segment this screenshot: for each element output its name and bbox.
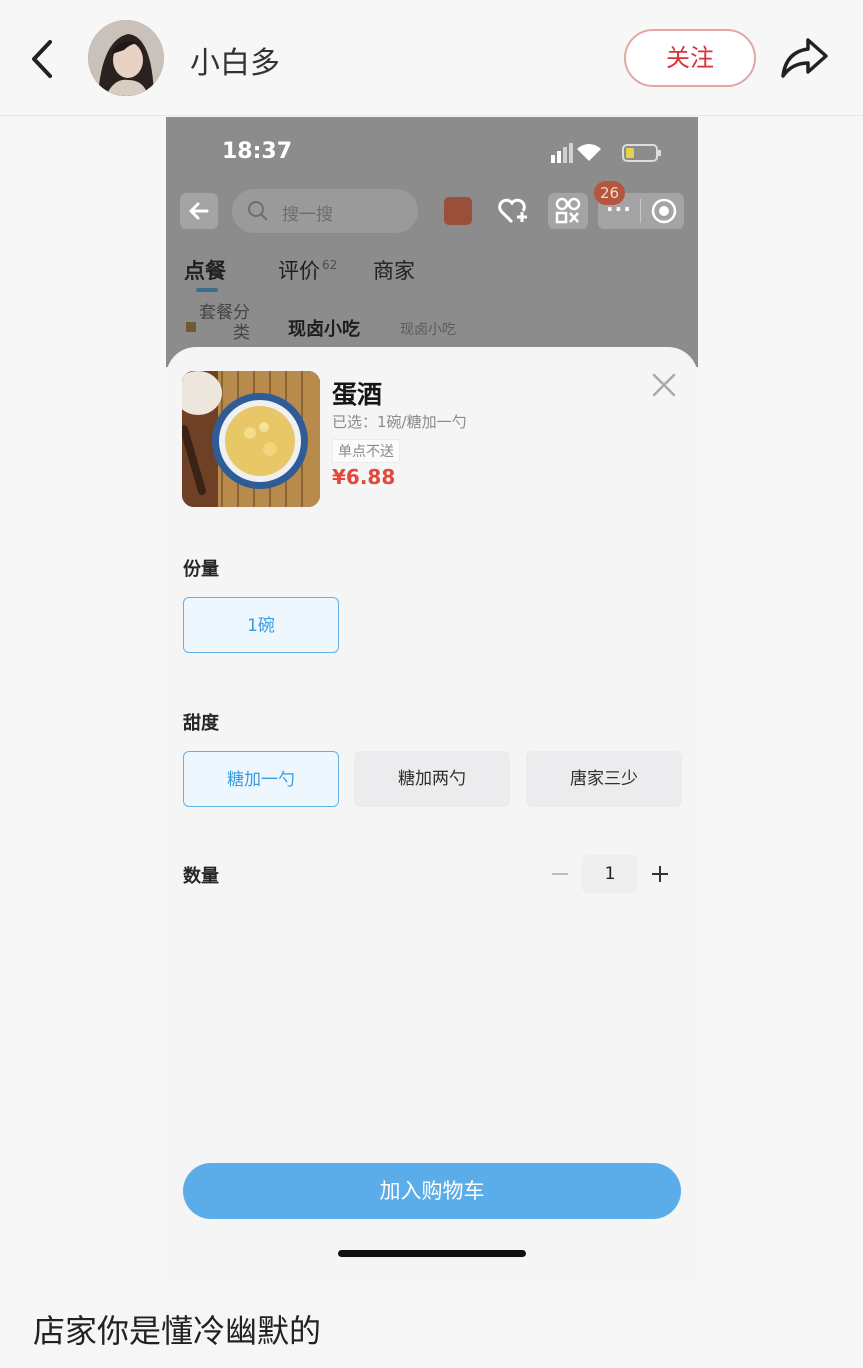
chevron-left-icon [32,40,52,78]
portion-option-1[interactable]: 1碗 [183,597,339,653]
back-arrow-icon [189,202,209,220]
dish-image [182,371,320,507]
sweetness-option-2[interactable]: 糖加两勺 [354,751,510,807]
dimmed-page-overlay: 18:37 搜一搜 ··· 26 点餐 评价 62 商家 套餐分类 现卤小吃 现… [166,117,698,367]
share-arrow-icon [781,38,828,78]
search-input[interactable]: 搜一搜 [232,189,418,233]
avatar[interactable] [88,20,164,96]
search-placeholder: 搜一搜 [282,205,333,225]
portion-label: 份量 [183,559,219,580]
dish-name: 蛋酒 [332,380,383,409]
active-tab-underline [196,288,218,292]
post-caption: 店家你是懂冷幽默的 [33,1312,322,1350]
close-icon[interactable] [650,371,678,399]
quantity-label: 数量 [183,866,219,887]
notification-badge: 26 [594,181,626,205]
delivery-tag: 单点不送 [332,439,400,463]
quantity-stepper: 1 [546,855,676,893]
sidebar-item-set-category[interactable]: 套餐分类 [184,303,250,343]
review-count: 62 [322,258,338,272]
category-subtitle: 现卤小吃 [400,322,456,338]
nav-back-button[interactable] [180,193,218,229]
embedded-screenshot: 18:37 搜一搜 ··· 26 点餐 评价 62 商家 套餐分类 现卤小吃 现… [166,117,698,1279]
add-to-cart-button[interactable]: 加入购物车 [183,1163,681,1219]
target-icon[interactable] [650,197,678,225]
follow-button[interactable]: 关注 [624,29,756,87]
status-time: 18:37 [222,139,293,164]
plus-icon[interactable] [646,855,674,893]
minus-icon[interactable] [546,855,574,893]
tab-reviews[interactable]: 评价 62 [278,255,337,285]
sweetness-option-3[interactable]: 唐家三少 [526,751,682,807]
category-title: 现卤小吃 [288,319,360,340]
qr-scan-icon [555,197,581,224]
post-page: 小白多 关注 18:37 搜一搜 ··· 26 点餐 评价 62 商家 套餐分类… [0,0,863,1368]
qr-scan-button[interactable] [548,193,588,229]
share-button[interactable] [778,34,830,82]
post-header: 小白多 关注 [0,0,863,116]
back-button[interactable] [22,34,62,84]
search-icon [248,201,268,221]
username[interactable]: 小白多 [190,38,280,82]
dish-options-sheet: 蛋酒 已选：1碗/糖加一勺 单点不送 ¥6.88 份量 1碗 甜度 糖加一勺 糖… [166,347,698,1279]
capsule-divider [640,199,641,223]
selected-options: 已选：1碗/糖加一勺 [332,413,467,431]
sweetness-label: 甜度 [183,713,219,734]
sweetness-option-1[interactable]: 糖加一勺 [183,751,339,807]
status-icons [551,143,661,163]
quantity-value[interactable]: 1 [582,855,638,893]
home-indicator [338,1250,526,1257]
dish-price: ¥6.88 [332,465,396,489]
heart-add-icon[interactable] [496,195,528,227]
tab-order[interactable]: 点餐 [184,255,226,285]
red-packet-icon[interactable] [444,197,472,225]
wifi-icon [577,144,601,161]
tab-merchant[interactable]: 商家 [373,255,415,285]
